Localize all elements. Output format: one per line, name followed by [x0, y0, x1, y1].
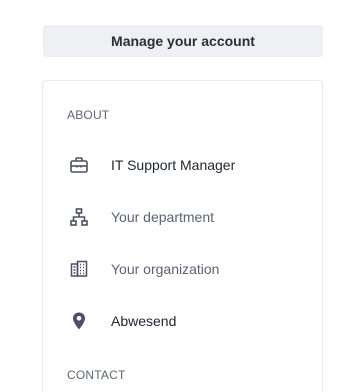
briefcase-icon [67, 153, 91, 177]
about-item-organization[interactable]: Your organization [67, 257, 307, 281]
about-card: ABOUT IT Support Manager Your department… [42, 80, 323, 392]
manage-account-button[interactable]: Manage your account [43, 25, 323, 57]
location-pin-icon [67, 309, 91, 333]
location-label: Abwesend [111, 313, 177, 329]
org-chart-icon [67, 205, 91, 229]
job-title-label: IT Support Manager [111, 157, 236, 173]
organization-label: Your organization [111, 261, 220, 277]
about-item-department[interactable]: Your department [67, 205, 307, 229]
about-item-location[interactable]: Abwesend [67, 309, 307, 333]
department-label: Your department [111, 209, 214, 225]
contact-heading: CONTACT [67, 368, 126, 382]
building-icon [67, 257, 91, 281]
profile-panel: Manage your account ABOUT IT Support Man… [0, 0, 345, 392]
about-item-job-title[interactable]: IT Support Manager [67, 153, 307, 177]
about-heading: ABOUT [67, 108, 110, 122]
